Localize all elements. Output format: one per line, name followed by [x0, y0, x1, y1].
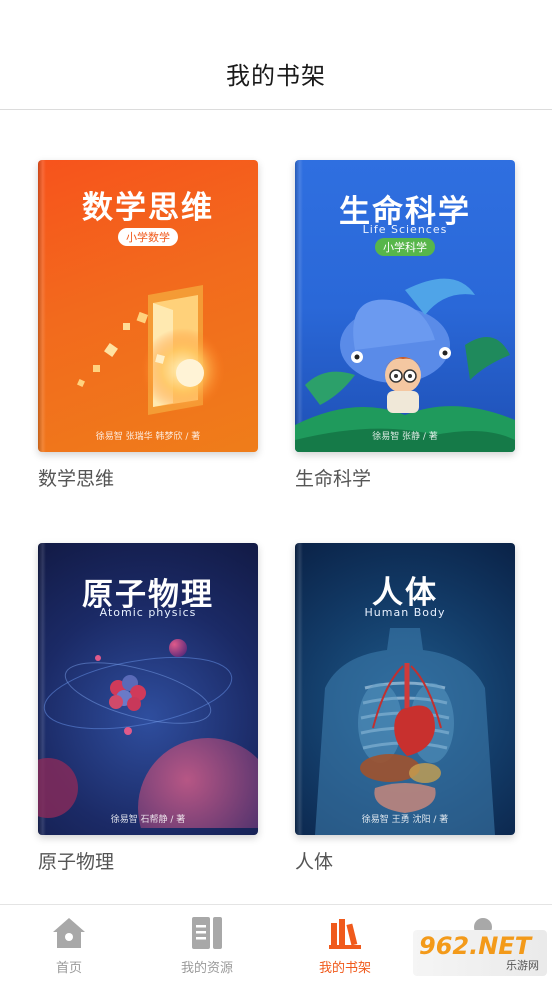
cover-subtitle: Atomic physics [99, 606, 197, 619]
cover-badge: 小学科学 [375, 238, 435, 256]
book-title-label[interactable]: 生命科学 [295, 464, 515, 491]
bookshelf-icon [329, 919, 361, 949]
cover-title: 数学思维 [82, 190, 214, 226]
app-header: 我的书架 [0, 0, 552, 110]
tab-label: 我的书架 [318, 961, 371, 976]
cover-badge: 小学数学 [118, 228, 178, 246]
cover-illustration [315, 628, 495, 835]
tab-label: 我的资源 [180, 961, 233, 976]
book-item-math[interactable]: 数学思维 小学数学 徐易智 张瑞华 韩梦欣 / 著 数学思维 [38, 160, 258, 491]
book-cover[interactable]: 人体 Human Body 徐易智 王勇 沈阳 / 著 [295, 543, 515, 835]
book-cover[interactable]: 生命科学 Life Sciences 小学科学 徐易智 张静 / 著 [295, 160, 515, 452]
tab-my-resources[interactable]: 我的资源 [138, 905, 276, 981]
book-title-label[interactable]: 原子物理 [38, 847, 258, 874]
home-icon [53, 918, 85, 948]
watermark-logo: 962.NET 乐游网 [413, 930, 547, 976]
watermark-text: 962.NET [419, 932, 532, 960]
tab-label: 首页 [55, 961, 82, 976]
page-title: 我的书架 [226, 62, 326, 90]
watermark-subtext: 乐游网 [506, 959, 539, 972]
cover-author: 徐易智 王勇 沈阳 / 著 [361, 815, 449, 825]
cover-author: 徐易智 张瑞华 韩梦欣 / 著 [95, 432, 201, 442]
tab-my-bookshelf[interactable]: 我的书架 [276, 905, 414, 981]
book-title-label[interactable]: 数学思维 [38, 464, 258, 491]
cover-illustration [38, 639, 258, 828]
resources-icon [192, 917, 222, 949]
cover-illustration [295, 278, 515, 452]
cover-author: 徐易智 张静 / 著 [372, 432, 438, 442]
book-item-life-sciences[interactable]: 生命科学 Life Sciences 小学科学 徐易智 张静 / 著 生命科学 [295, 160, 515, 491]
book-title-label[interactable]: 人体 [295, 847, 515, 874]
cover-author: 徐易智 石帮静 / 著 [110, 815, 186, 825]
tab-home[interactable]: 首页 [0, 905, 138, 981]
book-cover[interactable]: 原子物理 Atomic physics 徐易智 石帮静 / 著 [38, 543, 258, 835]
book-item-atomic-physics[interactable]: 原子物理 Atomic physics 徐易智 石帮静 / 著 原子物理 [38, 543, 258, 874]
book-cover[interactable]: 数学思维 小学数学 徐易智 张瑞华 韩梦欣 / 著 [38, 160, 258, 452]
cover-illustration [77, 285, 225, 415]
book-item-human-body[interactable]: 人体 Human Body 徐易智 王勇 沈阳 / 著 人体 [295, 543, 515, 874]
cover-subtitle: Life Sciences [362, 223, 448, 236]
cover-subtitle: Human Body [364, 606, 446, 619]
